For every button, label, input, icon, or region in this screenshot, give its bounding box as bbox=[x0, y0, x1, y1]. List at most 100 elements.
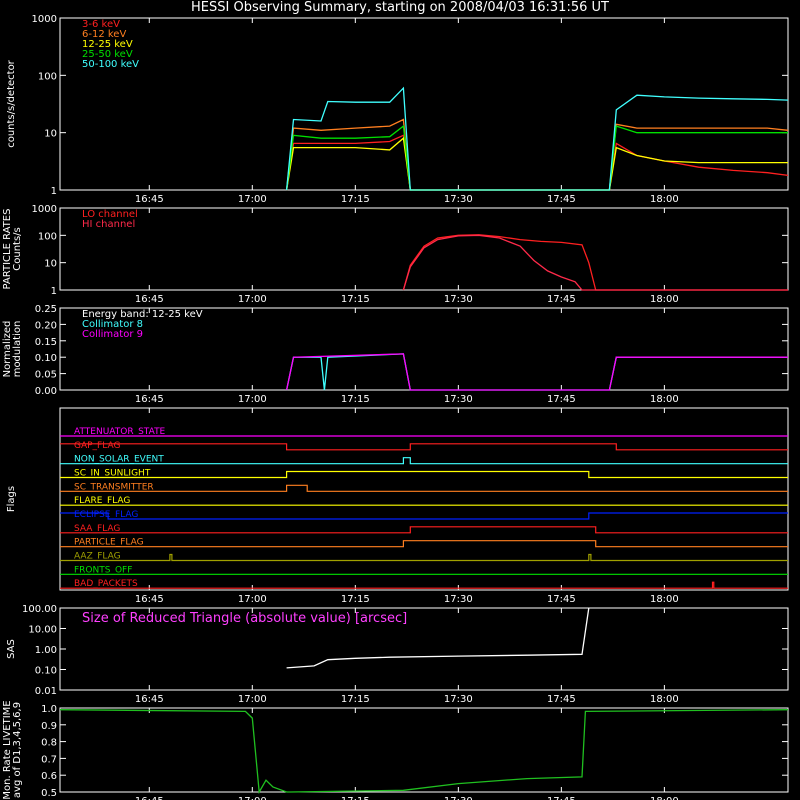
y-tick-label: 1.00 bbox=[35, 645, 57, 656]
y-tick-label: 0.7 bbox=[41, 754, 57, 765]
y-axis-label: SAS bbox=[6, 639, 17, 659]
series-line bbox=[402, 234, 788, 291]
y-tick-label: 1000 bbox=[32, 204, 57, 215]
x-tick-label: 16:45 bbox=[135, 694, 164, 705]
panel-frame bbox=[59, 307, 789, 391]
y-tick-label: 100 bbox=[38, 231, 57, 242]
y-tick-label: 0.01 bbox=[35, 686, 57, 697]
series-line bbox=[285, 353, 788, 391]
x-tick-label: 16:45 bbox=[135, 394, 164, 405]
y-tick-label: 0.8 bbox=[41, 738, 57, 749]
x-tick-label: 17:30 bbox=[444, 796, 473, 800]
flag-label: GAP_FLAG bbox=[74, 441, 120, 451]
x-tick-label: 17:00 bbox=[238, 694, 267, 705]
x-tick-label: 18:00 bbox=[650, 594, 679, 605]
x-tick-label: 17:30 bbox=[444, 594, 473, 605]
x-tick-label: 17:15 bbox=[341, 194, 370, 205]
x-tick-label: 17:00 bbox=[238, 294, 267, 305]
legend-entry: 50-100 keV bbox=[82, 59, 139, 70]
x-tick-label: 17:45 bbox=[547, 294, 576, 305]
flag-label: FLARE_FLAG bbox=[74, 496, 130, 506]
flag-label: NON_SOLAR_EVENT bbox=[74, 455, 164, 465]
legend-entry: HI channel bbox=[82, 219, 135, 230]
x-tick-label: 18:00 bbox=[650, 394, 679, 405]
y-tick-label: 1.0 bbox=[41, 704, 57, 715]
x-tick-label: 16:45 bbox=[135, 796, 164, 800]
series-line bbox=[285, 118, 789, 191]
x-tick-label: 17:00 bbox=[238, 394, 267, 405]
panel-counts: 16:45 17:00 17:15 17:30 17:45 18:00 counts/s/d… bbox=[6, 14, 789, 205]
y-axis-label-line: avg of D1,3,4,5,6,9 bbox=[12, 702, 23, 798]
x-tick-label: 17:45 bbox=[547, 796, 576, 800]
y-tick-label: 100.00 bbox=[22, 604, 57, 615]
flag-label: SAA_FLAG bbox=[74, 524, 120, 534]
series-line bbox=[59, 709, 789, 795]
x-tick-label: 18:00 bbox=[650, 796, 679, 800]
panel-flags: 16:45 17:00 17:15 17:30 17:45 18:00 Flags ATTEN… bbox=[6, 407, 789, 605]
x-tick-label: 18:00 bbox=[650, 194, 679, 205]
y-tick-label: 1 bbox=[51, 186, 57, 197]
y-tick-label: 10.00 bbox=[28, 625, 57, 636]
x-tick-label: 17:45 bbox=[547, 694, 576, 705]
flag-line bbox=[60, 540, 788, 548]
flag-line bbox=[60, 443, 788, 451]
x-tick-label: 17:00 bbox=[238, 194, 267, 205]
panel-frame bbox=[59, 207, 789, 291]
y-axis-label-line: Counts/s bbox=[12, 227, 23, 271]
flag-line bbox=[60, 553, 788, 562]
y-axis-label: Flags bbox=[6, 486, 17, 512]
y-axis-label: Normalizedmodulation bbox=[2, 321, 23, 378]
y-tick-label: 10 bbox=[44, 129, 57, 140]
x-tick-label: 17:30 bbox=[444, 294, 473, 305]
x-tick-label: 17:45 bbox=[547, 594, 576, 605]
series-line bbox=[285, 353, 788, 391]
y-tick-label: 1 bbox=[51, 286, 57, 297]
x-tick-label: 18:00 bbox=[650, 294, 679, 305]
flag-label: SC_TRANSMITTER bbox=[74, 482, 154, 492]
x-tick-label: 18:00 bbox=[650, 694, 679, 705]
x-tick-label: 17:30 bbox=[444, 194, 473, 205]
panel-annotation: Size of Reduced Triangle (absolute value… bbox=[82, 611, 407, 626]
x-tick-label: 16:45 bbox=[135, 294, 164, 305]
flag-line bbox=[60, 526, 788, 534]
series-line bbox=[285, 136, 788, 191]
flag-label: FRONTS_OFF bbox=[74, 565, 132, 575]
flag-label: PARTICLE_FLAG bbox=[74, 538, 144, 548]
flag-label: BAD_PACKETS bbox=[74, 579, 138, 589]
panel-modulation: 16:45 17:00 17:15 17:30 17:45 18:00 Normalized… bbox=[2, 304, 789, 405]
y-tick-label: 0.6 bbox=[41, 771, 57, 782]
flag-line bbox=[60, 470, 788, 479]
y-tick-label: 0.10 bbox=[35, 353, 57, 364]
flag-label: ECLIPSE_FLAG bbox=[74, 510, 138, 520]
x-tick-label: 17:45 bbox=[547, 394, 576, 405]
x-tick-label: 17:00 bbox=[238, 594, 267, 605]
y-tick-label: 0.00 bbox=[35, 386, 57, 397]
x-tick-label: 17:30 bbox=[444, 394, 473, 405]
y-tick-label: 0.9 bbox=[41, 721, 57, 732]
x-tick-label: 17:15 bbox=[341, 594, 370, 605]
y-tick-label: 1000 bbox=[32, 14, 57, 25]
y-tick-label: 0.20 bbox=[35, 320, 57, 331]
x-tick-label: 17:00 bbox=[238, 796, 267, 800]
y-tick-label: 0.25 bbox=[35, 304, 57, 315]
y-axis-label: PARTICLE RATESCounts/s bbox=[2, 209, 23, 290]
y-tick-label: 0.5 bbox=[41, 788, 57, 799]
y-axis-label: counts/s/detector bbox=[6, 59, 17, 147]
flag-label: SC_IN_SUNLIGHT bbox=[74, 469, 151, 479]
x-tick-label: 17:15 bbox=[341, 394, 370, 405]
y-tick-label: 0.15 bbox=[35, 337, 57, 348]
y-axis-label: Mon. Rate LIVETIMEavg of D1,3,4,5,6,9 bbox=[2, 700, 23, 799]
y-tick-label: 10 bbox=[44, 259, 57, 270]
flag-line bbox=[60, 581, 788, 589]
x-tick-label: 17:15 bbox=[341, 694, 370, 705]
y-tick-label: 100 bbox=[38, 71, 57, 82]
x-tick-label: 17:30 bbox=[444, 694, 473, 705]
panel-particle: 16:45 17:00 17:15 17:30 17:45 18:00 PARTICLE R… bbox=[2, 204, 789, 305]
flag-label: ATTENUATOR_STATE bbox=[74, 427, 166, 437]
x-tick-label: 16:45 bbox=[135, 194, 164, 205]
flag-line bbox=[60, 484, 788, 492]
panel-frame bbox=[59, 707, 789, 793]
summary-plot: 16:45 17:00 17:15 17:30 17:45 18:00 counts/s/d… bbox=[2, 14, 789, 800]
panel-sas: 16:45 17:00 17:15 17:30 17:45 18:00 SAS 0.01 0.1… bbox=[6, 604, 789, 705]
legend-entry: Collimator 9 bbox=[82, 329, 143, 340]
